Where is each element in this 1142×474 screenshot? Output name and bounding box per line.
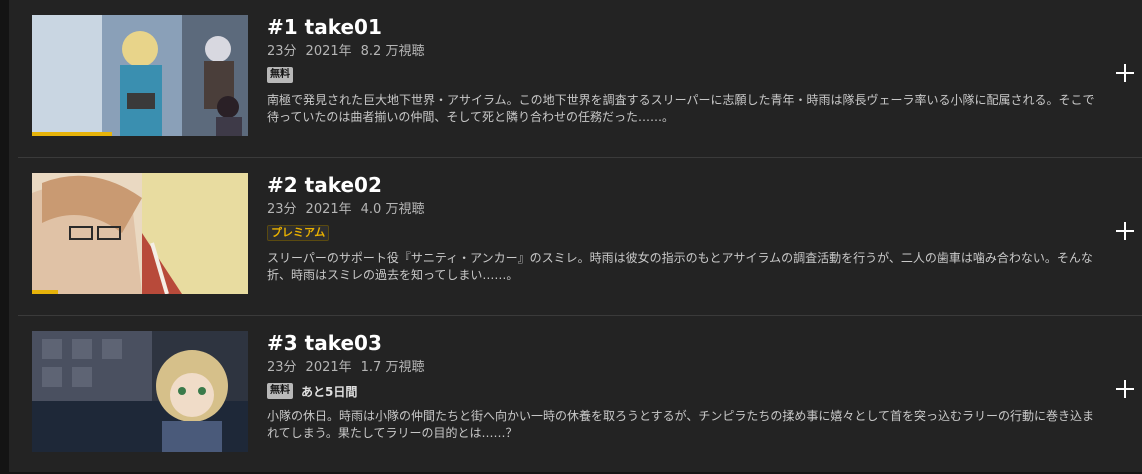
episode-meta: 23分 2021年 8.2 万視聴: [267, 44, 1097, 60]
episode-title[interactable]: #3 take03: [267, 331, 1097, 355]
episode-title[interactable]: #1 take01: [267, 15, 1097, 39]
thumbnail-image: [32, 15, 248, 136]
watch-progress-bar: [32, 290, 58, 294]
free-badge: 無料: [267, 383, 293, 399]
episode-thumbnail[interactable]: [32, 331, 248, 452]
remaining-days: あと5日間: [301, 384, 358, 399]
plus-icon[interactable]: [1114, 220, 1136, 242]
episode-info: #3 take03 23分 2021年 1.7 万視聴 無料 あと5日間 小隊の休日…: [267, 331, 1097, 442]
premium-badge: プレミアム: [267, 225, 330, 241]
watch-progress-bar: [32, 132, 112, 136]
episode-badges: プレミアム: [267, 225, 1097, 241]
thumbnail-image: [32, 173, 248, 294]
episode-year: 2021年: [305, 202, 352, 217]
episode-badges: 無料 あと5日間: [267, 383, 1097, 399]
episode-duration: 23分: [267, 360, 297, 375]
episode-duration: 23分: [267, 44, 297, 59]
episode-list: #1 take01 23分 2021年 8.2 万視聴 無料 南極で発見された巨大地…: [9, 0, 1142, 472]
episode-title[interactable]: #2 take02: [267, 173, 1097, 197]
episode-item: #3 take03 23分 2021年 1.7 万視聴 無料 あと5日間 小隊の休日…: [18, 316, 1142, 474]
episode-views: 4.0 万視聴: [360, 202, 425, 217]
plus-icon[interactable]: [1114, 378, 1136, 400]
episode-views: 8.2 万視聴: [360, 44, 425, 59]
free-badge: 無料: [267, 67, 293, 83]
episode-description: 南極で発見された巨大地下世界・アサイラム。この地下世界を調査するスリーパーに志願…: [267, 93, 1095, 124]
episode-year: 2021年: [305, 360, 352, 375]
episode-meta: 23分 2021年 4.0 万視聴: [267, 202, 1097, 218]
plus-icon[interactable]: [1114, 62, 1136, 84]
episode-badges: 無料: [267, 67, 1097, 83]
episode-info: #2 take02 23分 2021年 4.0 万視聴 プレミアム スリーパーのサポ…: [267, 173, 1097, 284]
episode-description: 小隊の休日。時雨は小隊の仲間たちと街へ向かい一時の休養を取ろうとするが、チンピラ…: [267, 409, 1095, 440]
episode-description: スリーパーのサポート役『サニティ・アンカー』のスミレ。時雨は彼女の指示のもとアサ…: [267, 251, 1093, 282]
episode-meta: 23分 2021年 1.7 万視聴: [267, 360, 1097, 376]
episode-year: 2021年: [305, 44, 352, 59]
episode-item: #1 take01 23分 2021年 8.2 万視聴 無料 南極で発見された巨大地…: [18, 0, 1142, 158]
episode-views: 1.7 万視聴: [360, 360, 425, 375]
episode-info: #1 take01 23分 2021年 8.2 万視聴 無料 南極で発見された巨大地…: [267, 15, 1097, 126]
episode-duration: 23分: [267, 202, 297, 217]
thumbnail-image: [32, 331, 248, 452]
episode-item: #2 take02 23分 2021年 4.0 万視聴 プレミアム スリーパーのサポ…: [18, 158, 1142, 316]
episode-thumbnail[interactable]: [32, 15, 248, 136]
episode-thumbnail[interactable]: [32, 173, 248, 294]
